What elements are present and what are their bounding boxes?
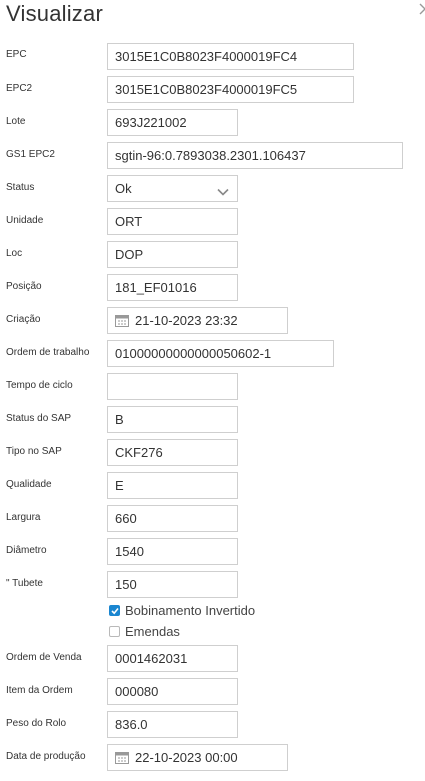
tipo-sap-label: Tipo no SAP (6, 446, 62, 457)
close-icon[interactable] (419, 2, 425, 18)
ordem-venda-label: Ordem de Venda (6, 652, 82, 663)
bobinamento-label: Bobinamento Invertido (125, 603, 256, 618)
gs1-epc2-field[interactable]: sgtin-96:0.7893038.2301.106437 (107, 142, 403, 169)
tipo-sap-field[interactable]: CKF276 (107, 439, 238, 466)
peso-rolo-label: Peso do Rolo (6, 718, 67, 729)
calendar-icon (115, 747, 129, 764)
data-producao-value: 22-10-2023 00:00 (135, 750, 238, 765)
criacao-label: Criação (6, 314, 41, 325)
data-producao-date-field[interactable]: 22-10-2023 00:00 (107, 744, 288, 771)
posicao-field[interactable]: 181_EF01016 (107, 274, 238, 301)
criacao-date-field[interactable]: 21-10-2023 23:32 (107, 307, 288, 334)
tubete-field[interactable]: 150 (107, 571, 238, 598)
status-sap-field[interactable]: B (107, 406, 238, 433)
tempo-ciclo-field[interactable] (107, 373, 238, 400)
bobinamento-checkbox[interactable] (109, 605, 120, 616)
gs1-epc2-label: GS1 EPC2 (6, 149, 55, 160)
diametro-label: Diâmetro (6, 545, 47, 556)
emendas-label: Emendas (125, 624, 180, 639)
posicao-label: Posição (6, 281, 42, 292)
largura-label: Largura (6, 512, 41, 523)
emendas-checkbox[interactable] (109, 626, 120, 637)
unidade-label: Unidade (6, 215, 44, 226)
qualidade-label: Qualidade (6, 479, 52, 490)
tubete-label: " Tubete (6, 578, 43, 589)
criacao-value: 21-10-2023 23:32 (135, 313, 238, 328)
chevron-down-icon (217, 181, 229, 201)
diametro-field[interactable]: 1540 (107, 538, 238, 565)
ordem-venda-field[interactable]: 0001462031 (107, 645, 238, 672)
epc-label: EPC (6, 49, 27, 60)
epc-field[interactable]: 3015E1C0B8023F4000019FC4 (107, 43, 354, 70)
epc2-field[interactable]: 3015E1C0B8023F4000019FC5 (107, 76, 354, 103)
qualidade-field[interactable]: E (107, 472, 238, 499)
item-ordem-label: Item da Ordem (6, 685, 73, 696)
unidade-field[interactable]: ORT (107, 208, 238, 235)
data-producao-label: Data de produção (6, 751, 86, 762)
peso-rolo-field[interactable]: 836.0 (107, 711, 238, 738)
tempo-ciclo-label: Tempo de ciclo (6, 380, 73, 391)
ordem-trabalho-label: Ordem de trabalho (6, 347, 90, 358)
status-value: Ok (115, 181, 132, 196)
loc-field[interactable]: DOP (107, 241, 238, 268)
status-sap-label: Status do SAP (6, 413, 72, 424)
ordem-trabalho-field[interactable]: 01000000000000050602-1 (107, 340, 334, 367)
lote-label: Lote (6, 116, 26, 127)
status-label: Status (6, 182, 35, 193)
calendar-icon (115, 310, 129, 327)
largura-field[interactable]: 660 (107, 505, 238, 532)
loc-label: Loc (6, 248, 23, 259)
epc2-label: EPC2 (6, 83, 33, 94)
status-select[interactable]: Ok (107, 175, 238, 202)
lote-field[interactable]: 693J221002 (107, 109, 238, 136)
item-ordem-field[interactable]: 000080 (107, 678, 238, 705)
page-title: Visualizar (6, 1, 103, 26)
